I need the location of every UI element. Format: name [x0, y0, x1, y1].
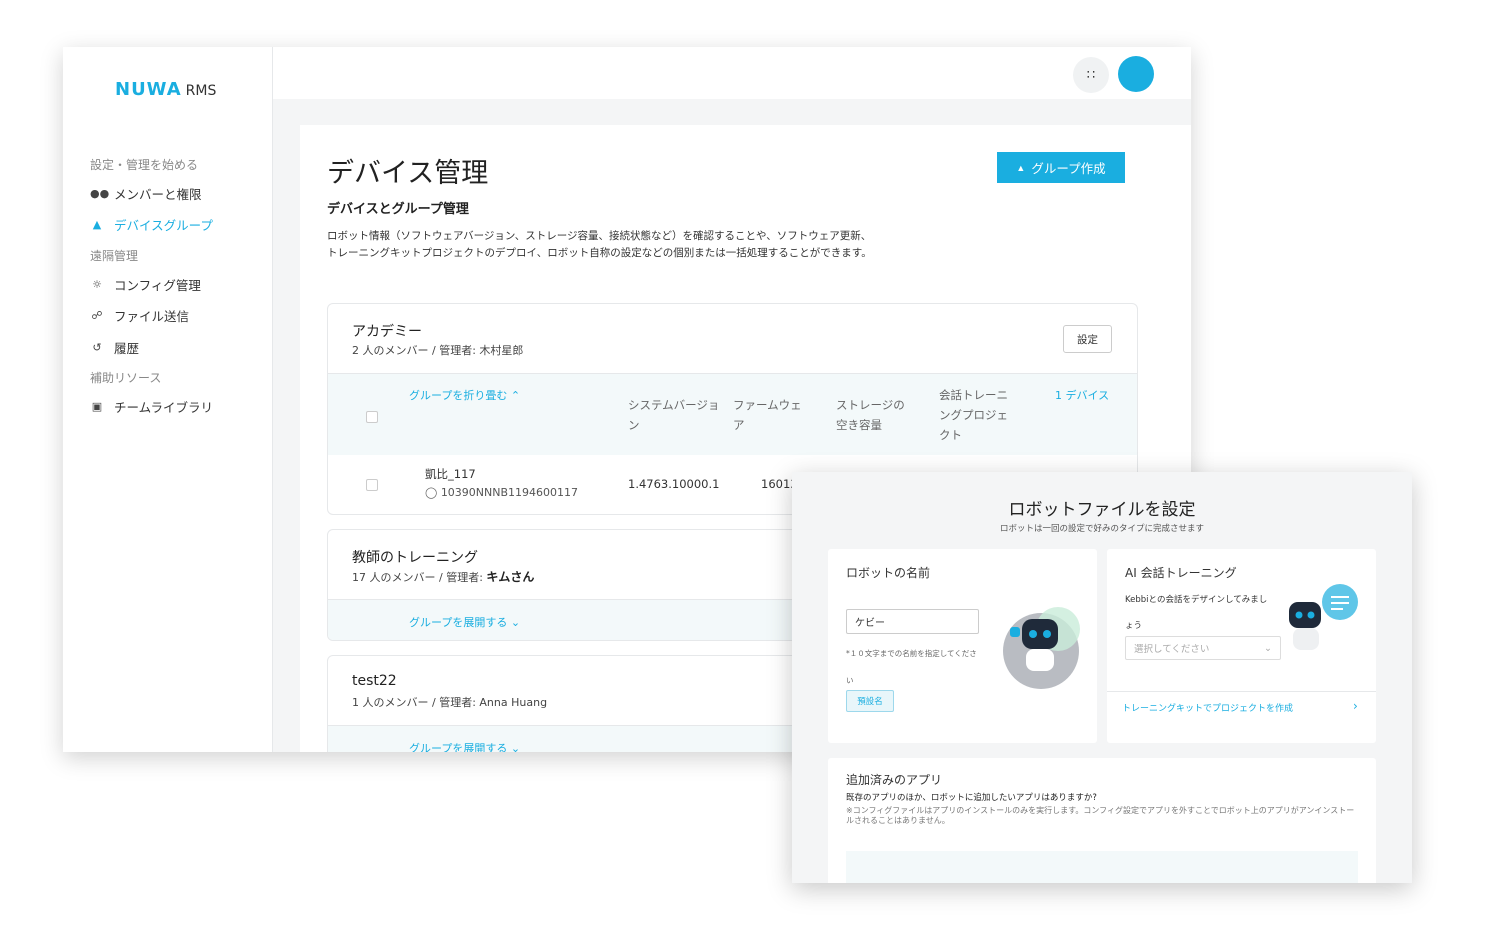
robot-config-modal: ロボットファイルを設定 ロボットは一回の設定で好みのタイプに完成させます ロボッ… — [792, 472, 1412, 883]
ai-training-description: Kebbiとの会話をデザインしてみましょう — [1125, 595, 1268, 631]
training-project-select[interactable]: 選択してください ⌄ — [1125, 636, 1281, 660]
chevron-down-icon: ⌄ — [510, 616, 521, 629]
group-name: 教師のトレーニング — [352, 550, 478, 566]
page-subtitle: デバイスとグループ管理 — [327, 202, 469, 217]
ai-training-heading: AI 会話トレーニング — [1125, 566, 1237, 580]
installed-apps-question: 既存のアプリのほか、ロボットに追加したいアプリはありますか? — [846, 793, 1097, 803]
device-name[interactable]: 凱比_117 — [425, 466, 476, 482]
apps-list-area[interactable] — [846, 851, 1358, 883]
device-system-version: 1.4763.10000.1 — [628, 477, 720, 491]
ai-training-card: AI 会話トレーニング Kebbiとの会話をデザインしてみましょう 選択してくだ… — [1107, 549, 1376, 743]
group-admin: キムさん — [486, 570, 535, 584]
modal-title: ロボットファイルを設定 — [1008, 500, 1196, 520]
robot-illustration — [1003, 607, 1080, 689]
history-icon: ↺ — [92, 341, 102, 354]
sidebar-item-history[interactable]: ↺ 履歴 — [90, 338, 139, 357]
file-send-icon: ☍ — [91, 309, 103, 322]
row-checkbox[interactable] — [366, 479, 378, 491]
library-icon: ▣ — [91, 400, 103, 413]
column-firmware: ファームウェア — [733, 398, 802, 432]
collapse-group-toggle[interactable]: グループを折り畳む ⌃ — [409, 387, 520, 403]
column-system-version: システムバージョン — [628, 398, 720, 432]
avatar[interactable] — [1118, 56, 1154, 92]
installed-apps-heading: 追加済みのアプリ — [846, 773, 943, 787]
sidebar-item-config[interactable]: ☼ コンフィグ管理 — [90, 275, 201, 294]
sidebar-item-device-groups[interactable]: ▲ デバイスグループ — [90, 215, 213, 234]
apps-grid-icon[interactable]: ∷ — [1073, 57, 1109, 93]
modal-subtitle: ロボットは一回の設定で好みのタイプに完成させます — [999, 524, 1204, 534]
group-admin: 木村星郎 — [479, 344, 524, 357]
logo[interactable]: NUWA RMS — [115, 79, 216, 100]
group-meta: 17 人のメンバー / 管理者: キムさん — [352, 570, 535, 584]
device-count[interactable]: 1 デバイス — [1055, 387, 1109, 403]
group-settings-button[interactable]: 設定 — [1063, 325, 1112, 353]
group-name: アカデミー — [352, 324, 422, 340]
select-all-checkbox[interactable] — [366, 411, 378, 423]
group-table-header: グループを折り畳む ⌃ システムバージョン ファームウェア ストレージの空き容量… — [328, 373, 1137, 455]
installed-apps-card: 追加済みのアプリ 既存のアプリのほか、ロボットに追加したいアプリはありますか? … — [828, 758, 1376, 883]
robot-name-hint: *１０文字までの名前を指定してください — [846, 649, 977, 685]
expand-group-toggle[interactable]: グループを展開する ⌄ — [409, 614, 520, 630]
column-training-project: 会話トレーニングプロジェクト — [939, 388, 1008, 442]
divider — [1107, 691, 1376, 692]
sidebar: NUWA RMS 設定・管理を始める ●● メンバーと権限 ▲ デバイスグループ … — [63, 47, 273, 752]
chevron-down-icon: ⌄ — [1264, 642, 1272, 654]
page-title: デバイス管理 — [327, 158, 489, 189]
users-icon: ●● — [90, 187, 110, 200]
loading-icon: ◯ — [425, 486, 438, 499]
chevron-right-icon[interactable]: › — [1353, 699, 1358, 713]
group-name: test22 — [352, 673, 397, 689]
sidebar-item-members[interactable]: ●● メンバーと権限 — [90, 184, 202, 203]
sidebar-section-resources: 補助リソース — [90, 371, 162, 385]
config-icon: ☼ — [92, 278, 102, 291]
installed-apps-note: ※コンフィグファイルはアプリのインストールのみを実行します。コンフィグ設定でアプ… — [846, 806, 1355, 825]
robot-name-card: ロボットの名前 *１０文字までの名前を指定してください 預設名 — [828, 549, 1097, 743]
sidebar-section-setup: 設定・管理を始める — [90, 158, 199, 172]
sidebar-item-team-library[interactable]: ▣ チームライブラリ — [90, 397, 213, 416]
device-serial: ◯ 10390NNNB1194600117 — [425, 486, 579, 499]
sitemap-icon: ▲ — [92, 218, 102, 231]
page-description: ロボット情報（ソフトウェアバージョン、ストレージ容量、接続状態など）を確認するこ… — [327, 230, 872, 259]
group-meta: 1 人のメンバー / 管理者: Anna Huang — [352, 696, 548, 709]
training-kit-link[interactable]: トレーニングキットでプロジェクトを作成 — [1122, 701, 1293, 714]
sidebar-section-remote: 遠隔管理 — [90, 249, 139, 263]
create-group-button[interactable]: ▲ グループ作成 — [997, 152, 1125, 183]
top-bar: ∷ — [273, 47, 1191, 99]
sitemap-icon: ▲ — [1016, 162, 1026, 173]
chevron-down-icon: ⌄ — [510, 742, 521, 752]
default-name-button[interactable]: 預設名 — [846, 690, 894, 712]
sidebar-item-file-send[interactable]: ☍ ファイル送信 — [90, 306, 189, 325]
robot-name-heading: ロボットの名前 — [846, 566, 931, 580]
column-storage: ストレージの空き容量 — [836, 398, 905, 432]
group-meta: 2 人のメンバー / 管理者: 木村星郎 — [352, 344, 524, 357]
robot-chat-illustration — [1289, 584, 1358, 650]
robot-name-input[interactable] — [846, 609, 979, 634]
chevron-up-icon: ⌃ — [510, 389, 521, 402]
group-admin: Anna Huang — [479, 696, 548, 709]
expand-group-toggle[interactable]: グループを展開する ⌄ — [409, 740, 520, 752]
